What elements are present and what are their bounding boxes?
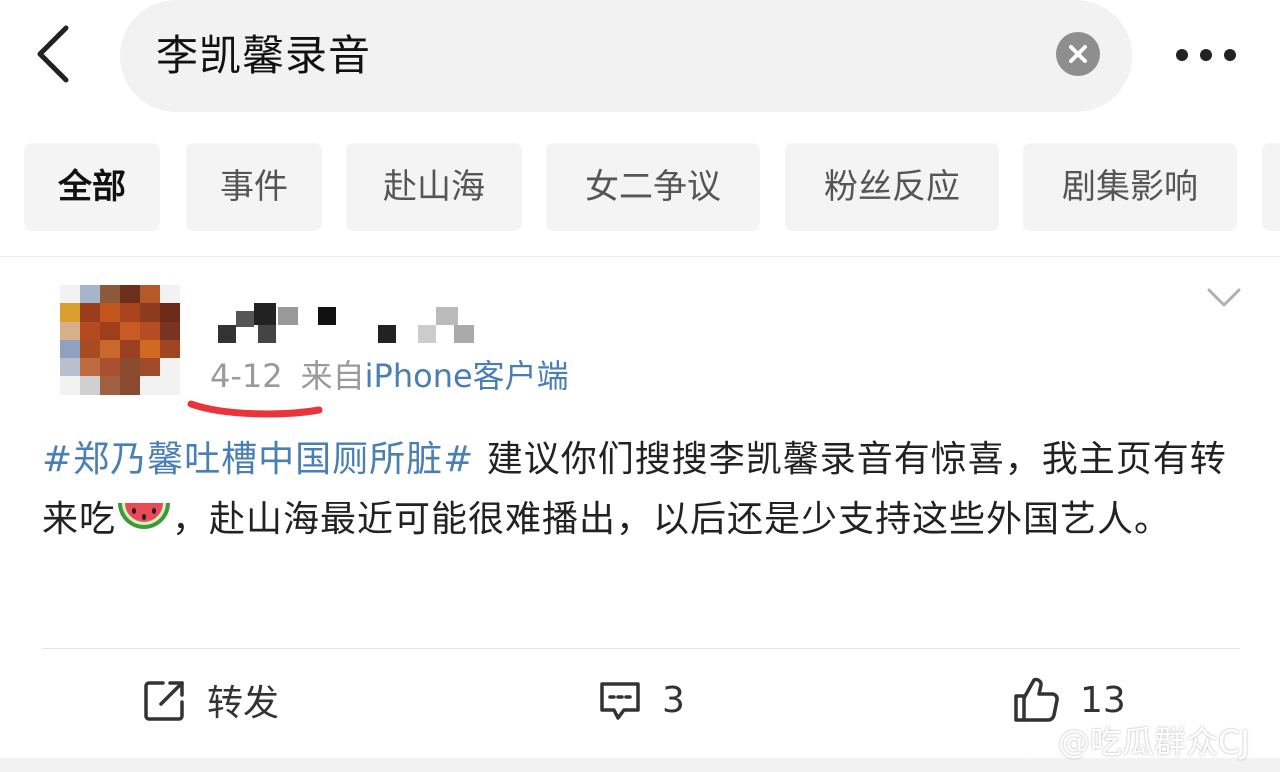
comment-count: 3 bbox=[662, 679, 685, 721]
tab-controversy[interactable]: 女二争议 bbox=[546, 143, 760, 231]
watermelon-emoji-icon bbox=[118, 503, 171, 529]
search-bar[interactable]: 李凯馨录音 bbox=[120, 0, 1132, 112]
post-source-client[interactable]: iPhone客户端 bbox=[365, 357, 569, 395]
repost-label: 转发 bbox=[207, 683, 280, 724]
comment-icon bbox=[600, 682, 640, 720]
tab-events[interactable]: 事件 bbox=[186, 143, 322, 231]
comment-button[interactable]: 3 bbox=[598, 672, 685, 728]
chevron-left-icon bbox=[37, 25, 69, 83]
repost-button[interactable]: 转发 bbox=[143, 672, 279, 728]
thumbs-up-icon bbox=[1014, 677, 1059, 722]
post-date: 4-12 bbox=[210, 357, 283, 395]
weibo-search-result-page: 李凯馨录音 全部 事件 赴山海 女二争议 粉丝反应 剧集影响 4-12 来自iP… bbox=[0, 0, 1280, 772]
more-dots-icon bbox=[1176, 49, 1236, 61]
hashtag-link[interactable]: #郑乃馨吐槽中国厕所脏# bbox=[42, 439, 474, 480]
weibo-watermark: @吃瓜群众CJ bbox=[1008, 720, 1250, 764]
close-icon bbox=[1069, 45, 1087, 63]
tab-drama-impact[interactable]: 剧集影响 bbox=[1023, 143, 1237, 231]
post-text-part-2: ，赴山海最近可能很难播出，以后还是少支持这些外国艺人。 bbox=[172, 499, 1172, 540]
back-button[interactable] bbox=[30, 22, 80, 86]
divider bbox=[0, 256, 1280, 257]
clear-search-button[interactable] bbox=[1056, 32, 1100, 76]
share-icon bbox=[144, 681, 184, 721]
tab-fushanhai[interactable]: 赴山海 bbox=[346, 143, 522, 231]
post-source-prefix: 来自 bbox=[300, 357, 365, 395]
like-count: 13 bbox=[1080, 679, 1126, 721]
more-options-button[interactable] bbox=[1170, 40, 1242, 70]
chevron-down-icon bbox=[1207, 288, 1241, 307]
divider bbox=[42, 648, 1240, 649]
post-body: #郑乃馨吐槽中国厕所脏# 建议你们搜搜李凯馨录音有惊喜，我主页有转来吃 ，赴山海最… bbox=[42, 430, 1242, 550]
search-input[interactable]: 李凯馨录音 bbox=[156, 30, 371, 82]
tab-all[interactable]: 全部 bbox=[24, 143, 160, 231]
red-underline-annotation bbox=[187, 400, 323, 418]
tab-fan-reaction[interactable]: 粉丝反应 bbox=[785, 143, 999, 231]
username-pixelated[interactable] bbox=[218, 303, 478, 345]
tab-overflow[interactable] bbox=[1262, 143, 1280, 231]
avatar[interactable] bbox=[60, 285, 180, 395]
weibo-logo-icon bbox=[1008, 726, 1050, 759]
post-menu-button[interactable] bbox=[1206, 285, 1242, 311]
post-meta: 4-12 来自iPhone客户端 bbox=[210, 354, 569, 398]
watermark-text: @吃瓜群众CJ bbox=[1058, 723, 1250, 761]
